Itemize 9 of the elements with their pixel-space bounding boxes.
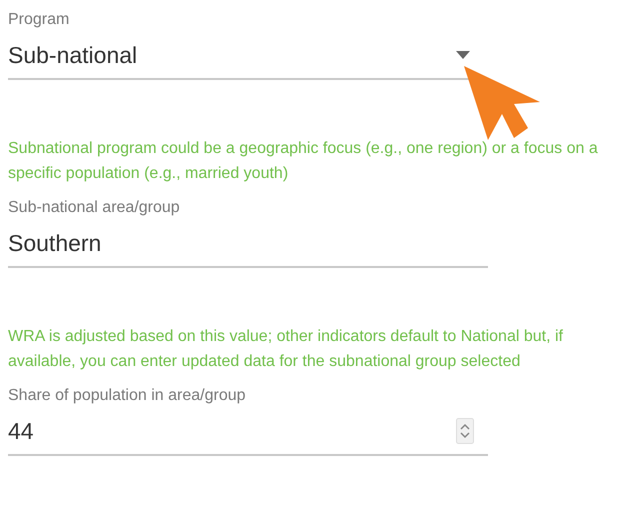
help-text: WRA is adjusted based on this value; other indicators default to National but, if available, you can enter updated data for the subnational group selected [8,327,564,372]
help-text: Subnational program could be a geographic focus (e.g., one region) or a focus on a specific population (e.g., married youth) [8,139,599,184]
field-label: Sub-national area/group [8,198,180,218]
text-field[interactable]: Southern [8,220,488,268]
spinner-icon[interactable] [456,418,474,444]
field-label: Program [8,10,70,30]
dropdown-caret-icon [456,51,470,59]
number-field[interactable]: 44 [8,408,488,456]
field-label: Share of population in area/group [8,386,246,406]
